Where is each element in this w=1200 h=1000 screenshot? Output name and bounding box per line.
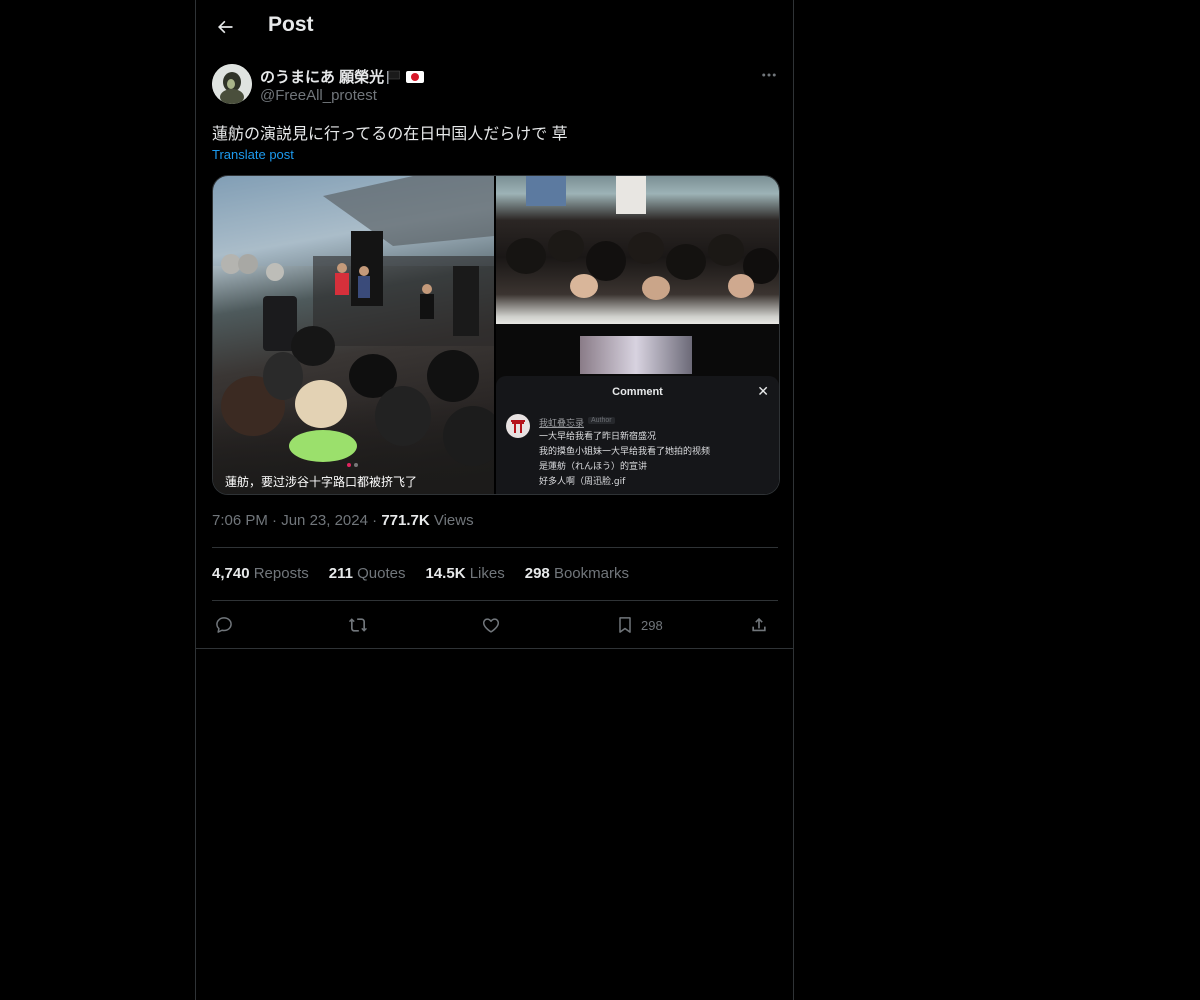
carousel-dots [347, 463, 358, 467]
reply-button[interactable] [214, 611, 234, 639]
crowd-photo [496, 176, 779, 324]
reposts-count: 4,740 [212, 565, 250, 582]
media-image-2[interactable]: Comment ✕ 我虹叠忘录 Author 一大早给我看了昨日新宿盛况 我的摸… [496, 176, 779, 494]
likes-count: 14.5K [425, 565, 466, 582]
media-caption: 蓮舫，要过涉谷十字路口都被挤飞了 [225, 475, 418, 489]
divider [212, 547, 778, 548]
comment-panel: Comment ✕ 我虹叠忘录 Author 一大早给我看了昨日新宿盛况 我的摸… [496, 376, 779, 494]
bookmark-button[interactable]: 298 [615, 611, 663, 639]
share-icon [752, 617, 766, 632]
bookmark-count: 298 [641, 617, 663, 633]
bookmark-icon [619, 617, 631, 633]
heart-icon [482, 618, 500, 633]
media-grid: 蓮舫，要过涉谷十字路口都被挤飞了 Comment ✕ 我虹叠忘录 Author … [212, 175, 780, 495]
arrow-left-icon [218, 20, 233, 34]
handle[interactable]: @FreeAll_protest [260, 87, 377, 104]
more-horizontal-icon [762, 73, 776, 77]
reposts-stat[interactable]: 4,740 Reposts [212, 565, 309, 582]
comment-avatar [506, 414, 530, 438]
comment-line: 一大早给我看了昨日新宿盛况 [539, 432, 657, 442]
views-label: Views [433, 512, 474, 529]
video-thumbnail [580, 336, 692, 374]
meta-separator: · [272, 512, 282, 529]
quotes-stat[interactable]: 211 Quotes [329, 565, 406, 582]
bookmarks-label: Bookmarks [553, 565, 629, 582]
page-title: Post [268, 13, 314, 36]
avatar[interactable] [212, 64, 252, 104]
display-name[interactable]: のうまにあ 願榮光 [260, 66, 425, 87]
meta-separator: · [372, 512, 382, 529]
bookmarks-count: 298 [524, 565, 550, 582]
engagement-stats: 4,740 Reposts 211 Quotes 14.5K Likes 298… [212, 565, 629, 582]
comment-line: 好多人啊（周迅脸.gif [539, 477, 626, 487]
media-image-1[interactable]: 蓮舫，要过涉谷十字路口都被挤飞了 [213, 176, 494, 494]
post-date[interactable]: Jun 23, 2024 [281, 512, 368, 529]
post-time[interactable]: 7:06 PM [212, 512, 268, 529]
comment-lines: 一大早给我看了昨日新宿盛况 我的摸鱼小姐妹一大早给我看了她拍的视频 是蓮舫（れん… [539, 430, 710, 490]
comment-title: Comment [612, 386, 663, 398]
japan-flag-icon [406, 70, 425, 83]
quotes-count: 211 [328, 565, 353, 582]
post-meta: 7:06 PM · Jun 23, 2024 · 771.7K Views [212, 512, 474, 529]
reply-icon [216, 617, 232, 633]
reposts-label: Reposts [253, 565, 309, 582]
rally-scene-illustration [213, 176, 494, 466]
likes-stat[interactable]: 14.5K Likes [426, 565, 505, 582]
comment-author-tag: Author [588, 417, 615, 424]
black-flag-icon [386, 70, 401, 84]
views-count: 771.7K [381, 512, 430, 529]
divider [212, 600, 778, 601]
comment-line: 是蓮舫（れんほう）的宣讲 [539, 462, 648, 472]
repost-button[interactable] [347, 611, 369, 639]
action-bar: 298 [212, 611, 778, 639]
comment-line: 我的摸鱼小姐妹一大早给我看了她拍的视频 [539, 447, 711, 457]
more-button[interactable] [756, 64, 782, 86]
back-button[interactable] [208, 10, 242, 44]
post-column: Post のうまにあ 願榮光 @FreeAll_protest 蓮舫の演説見に行… [195, 0, 794, 1000]
likes-label: Likes [469, 565, 505, 582]
divider [196, 648, 793, 649]
translate-post-link[interactable]: Translate post [212, 147, 294, 162]
repost-icon [348, 618, 367, 632]
avatar-figure [212, 64, 252, 104]
like-button[interactable] [481, 611, 501, 639]
share-button[interactable] [749, 611, 769, 639]
display-name-text: のうまにあ 願榮光 [260, 69, 385, 86]
header: Post [196, 0, 793, 53]
close-icon: ✕ [757, 383, 769, 399]
bookmarks-stat[interactable]: 298 Bookmarks [525, 565, 629, 582]
quotes-label: Quotes [357, 565, 406, 582]
comment-author: 我虹叠忘录 [539, 418, 585, 428]
post-text: 蓮舫の演説見に行ってるの在日中国人だらけで 草 [212, 126, 568, 143]
